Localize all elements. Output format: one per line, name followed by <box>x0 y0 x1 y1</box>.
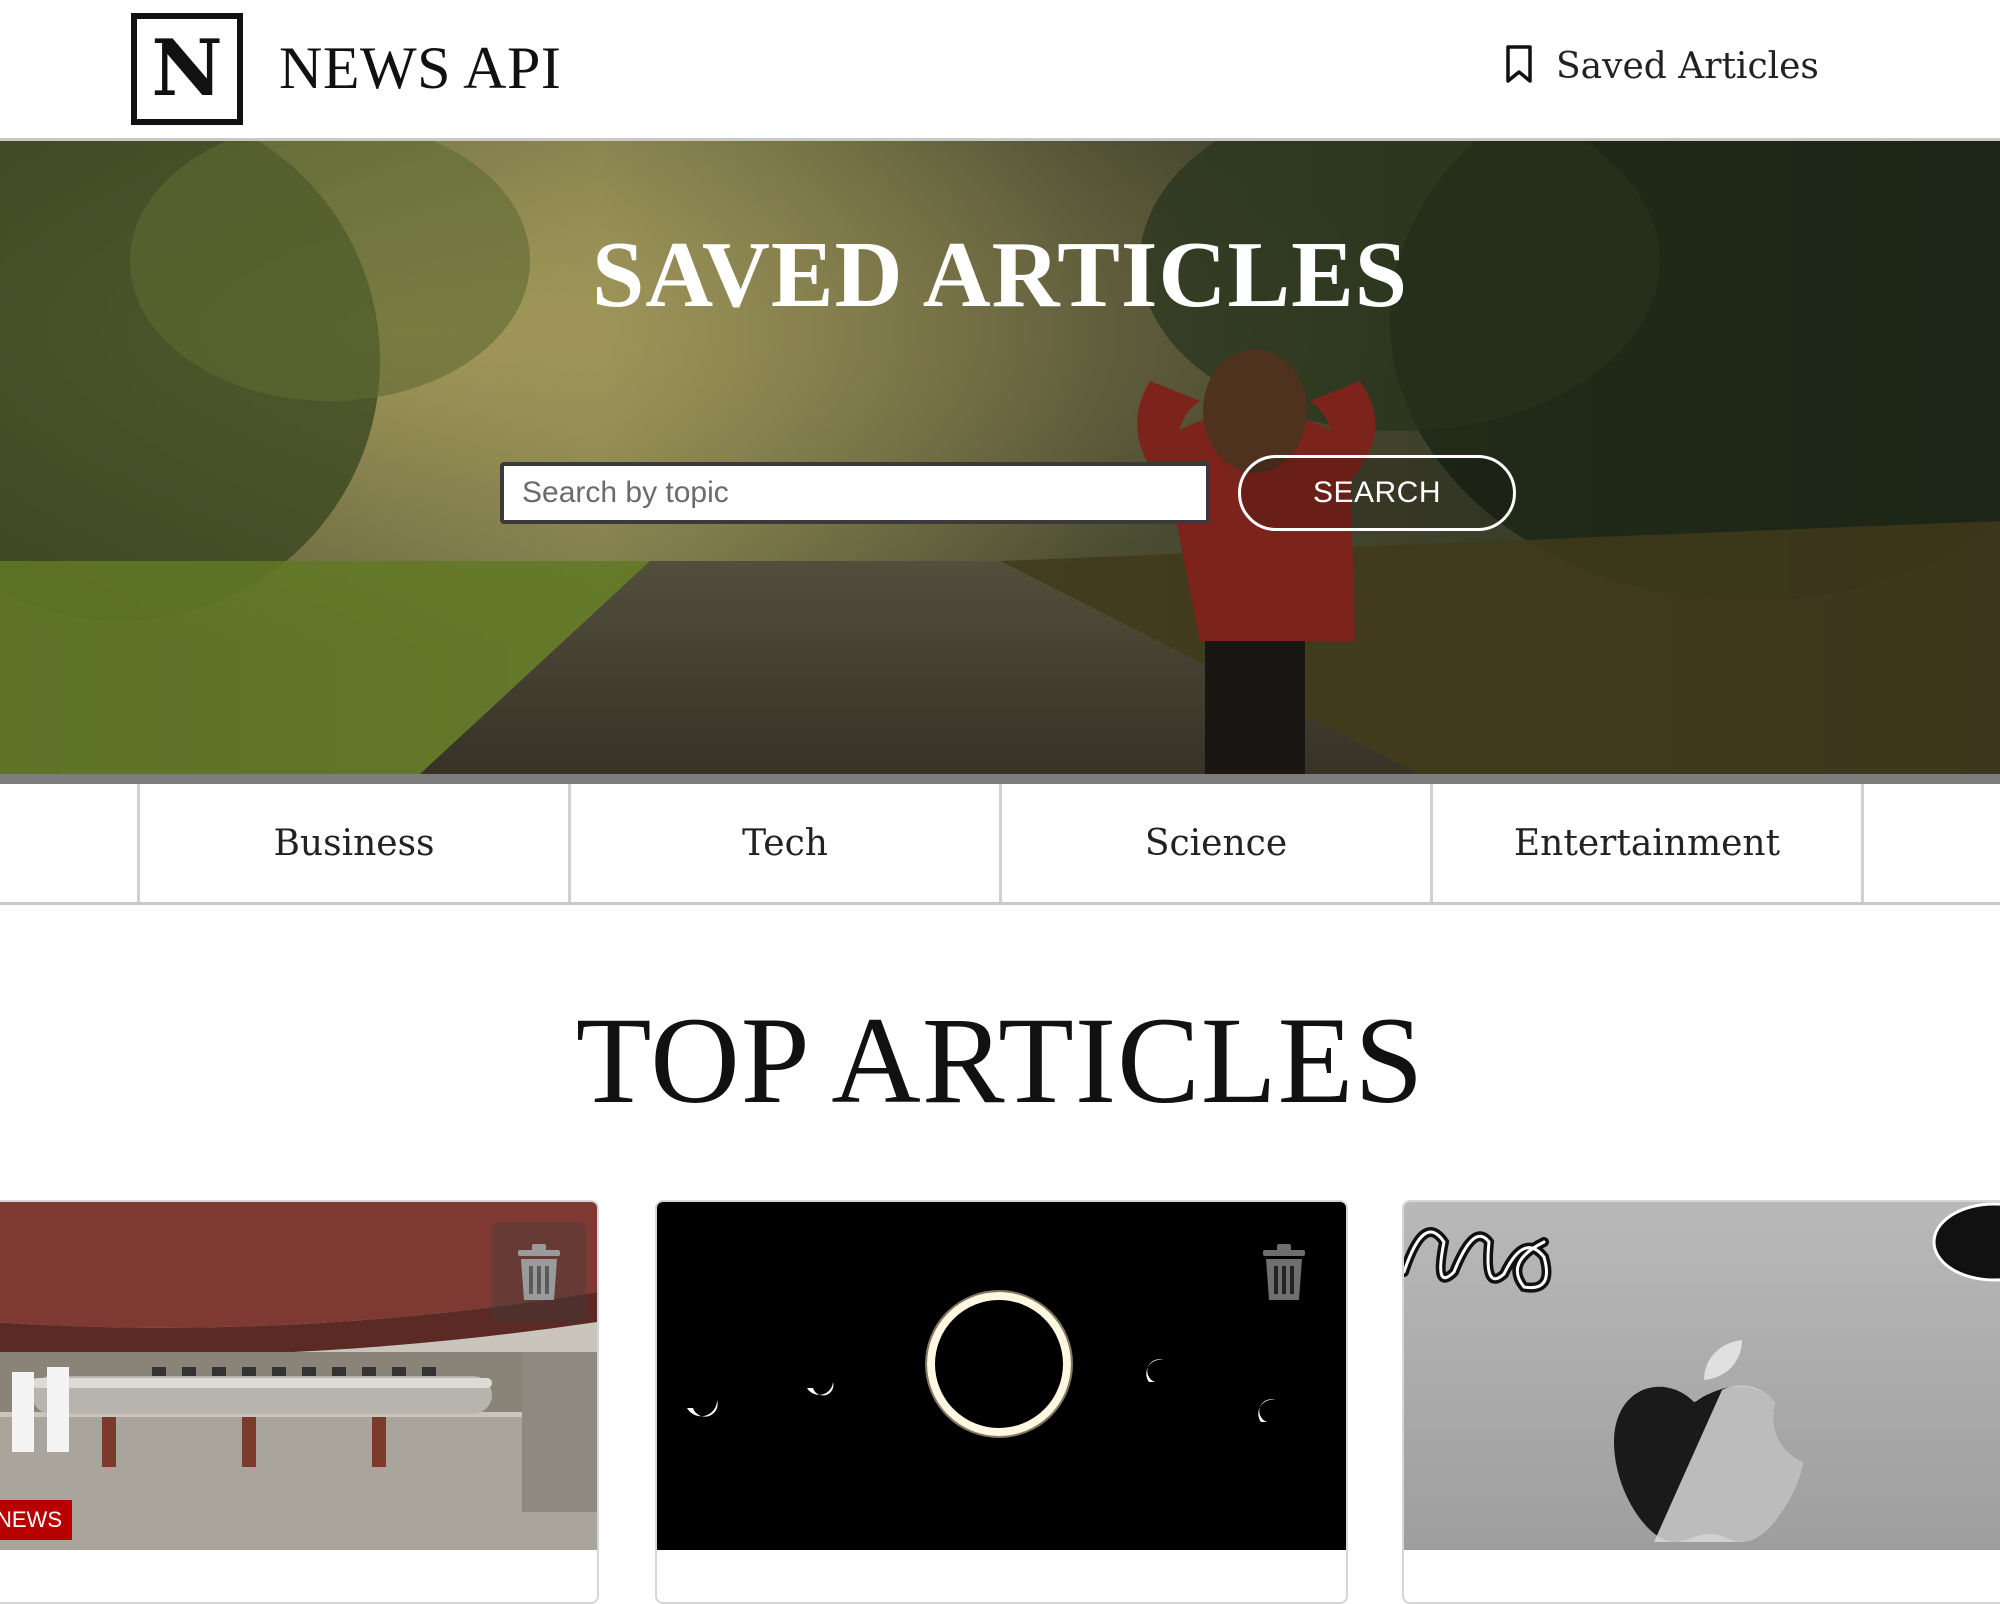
section-title: TOP ARTICLES <box>575 992 1425 1129</box>
search-input[interactable] <box>500 462 1210 524</box>
category-tech[interactable]: Tech <box>571 784 999 902</box>
trash-icon <box>1263 1244 1305 1300</box>
delete-article-button[interactable] <box>1237 1222 1331 1322</box>
category-entertainment[interactable]: Entertainment <box>1433 784 1861 902</box>
saved-articles-link[interactable]: Saved Articles <box>1504 44 1819 88</box>
search-button[interactable]: SEARCH <box>1238 455 1516 531</box>
category-nav: Business Tech Science Entertainment <box>0 784 2000 905</box>
article-card[interactable] <box>1402 1200 2000 1604</box>
article-card[interactable] <box>655 1200 1348 1604</box>
logo-letter: N <box>151 23 223 114</box>
article-image <box>1404 1202 2000 1550</box>
article-card[interactable]: NEWS <box>0 1200 599 1604</box>
category-science[interactable]: Science <box>1002 784 1430 902</box>
hero-title: SAVED ARTICLES <box>591 223 1409 327</box>
news-badge: NEWS <box>0 1500 72 1540</box>
trash-icon <box>518 1244 560 1300</box>
category-business[interactable]: Business <box>140 784 568 902</box>
bookmark-icon <box>1504 44 1534 88</box>
brand-name[interactable]: NEWS API <box>279 34 561 103</box>
top-navbar: N NEWS API Saved Articles <box>0 0 2000 141</box>
hero-divider <box>0 774 2000 784</box>
logo[interactable]: N <box>131 13 243 125</box>
saved-articles-label: Saved Articles <box>1556 45 1819 87</box>
category-divider <box>1861 784 1864 902</box>
delete-article-button[interactable] <box>492 1222 586 1322</box>
hero-banner: SAVED ARTICLES SEARCH <box>0 141 2000 774</box>
